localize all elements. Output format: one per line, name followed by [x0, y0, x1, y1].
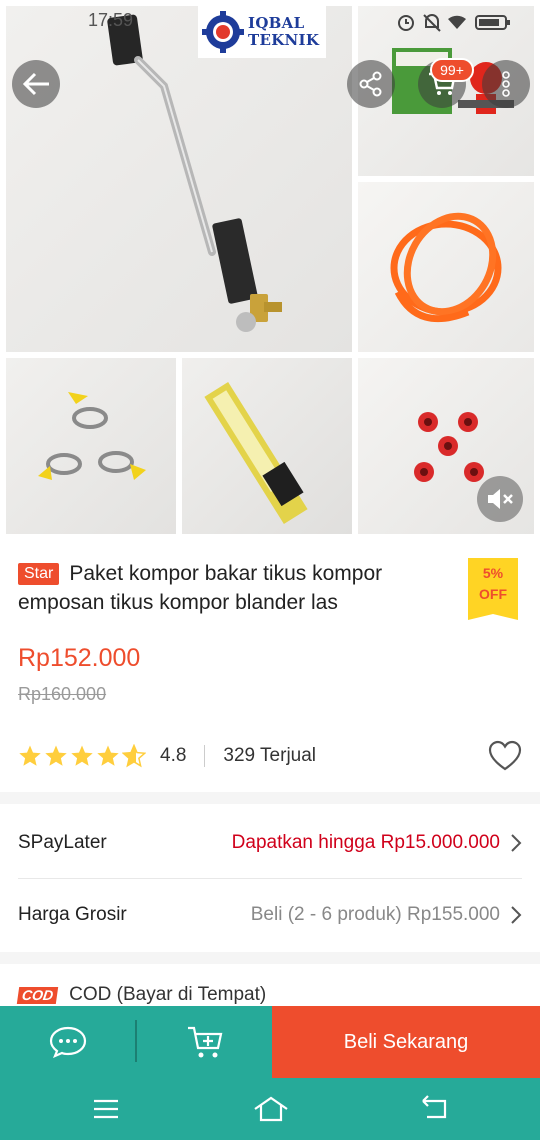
spaylater-row[interactable]: SPayLater Dapatkan hingga Rp15.000.000 — [18, 808, 522, 878]
cod-label: COD (Bayar di Tempat) — [69, 984, 267, 1005]
more-button[interactable] — [482, 60, 530, 108]
system-nav-bar — [0, 1078, 540, 1140]
harga-grosir-value: Beli (2 - 6 produk) Rp155.000 — [250, 904, 500, 925]
chat-icon — [49, 1026, 87, 1058]
logo-line1: IQBAL — [248, 14, 305, 32]
bell-off-icon — [423, 14, 441, 32]
rating-stars — [18, 744, 146, 768]
lighter-image[interactable] — [182, 358, 352, 534]
row-divider — [18, 878, 522, 879]
spaylater-value: Dapatkan hingga Rp15.000.000 — [231, 832, 500, 853]
share-icon — [359, 71, 382, 97]
add-to-cart-button[interactable] — [137, 1006, 272, 1078]
back-nav-icon[interactable] — [419, 1095, 449, 1123]
star-seller-badge: Star — [18, 563, 60, 585]
volume-mute-icon — [488, 489, 513, 509]
cod-row[interactable]: COD COD (Bayar di Tempat) — [16, 984, 267, 1006]
home-icon[interactable] — [253, 1095, 289, 1123]
gas-hose-image[interactable] — [358, 182, 534, 352]
discount-badge: 5% OFF — [468, 558, 518, 620]
star-icon — [97, 745, 119, 766]
cart-count-badge: 99+ — [430, 58, 474, 82]
current-price: Rp152.000 — [18, 644, 141, 672]
arrow-left-icon — [22, 72, 49, 96]
chat-button[interactable] — [0, 1006, 136, 1078]
section-divider — [0, 952, 540, 964]
wifi-icon — [448, 15, 466, 29]
share-button[interactable] — [347, 60, 395, 108]
seller-logo: IQBAL TEKNIK — [198, 6, 326, 58]
cod-logo: COD — [16, 986, 59, 1004]
gear-logo-icon — [202, 11, 244, 53]
harga-grosir-row[interactable]: Harga Grosir Beli (2 - 6 produk) Rp155.0… — [18, 880, 522, 950]
discount-off: OFF — [479, 586, 507, 602]
product-title: Star Paket kompor bakar tikus kompor empo… — [18, 559, 448, 617]
star-half-icon — [122, 744, 146, 768]
star-icon — [19, 745, 41, 766]
menu-icon[interactable] — [91, 1095, 121, 1123]
star-icon — [45, 745, 67, 766]
logo-line2: TEKNIK — [248, 31, 320, 49]
hose-clamps-image[interactable] — [6, 358, 176, 534]
chevron-right-icon — [511, 834, 522, 852]
product-title-text: Paket kompor bakar tikus kompor emposan … — [18, 562, 383, 614]
alarm-icon — [398, 15, 414, 31]
status-time: 17:59 — [88, 10, 134, 30]
original-price: Rp160.000 — [18, 684, 107, 704]
more-vertical-icon — [502, 71, 510, 97]
buy-now-button[interactable]: Beli Sekarang — [272, 1006, 540, 1078]
section-divider — [0, 792, 540, 804]
sold-count: 329 Terjual — [223, 745, 317, 766]
rating-separator — [204, 745, 206, 767]
heart-icon[interactable] — [488, 740, 522, 772]
discount-percent: 5% — [482, 565, 504, 581]
rating-row: 4.8 329 Terjual — [18, 740, 522, 772]
mute-button[interactable] — [477, 476, 523, 522]
spaylater-label: SPayLater — [18, 832, 107, 853]
bottom-action-bar: Beli Sekarang — [0, 1006, 540, 1078]
chevron-right-icon — [511, 906, 522, 924]
harga-grosir-label: Harga Grosir — [18, 904, 127, 925]
star-icon — [71, 745, 93, 766]
status-icons — [398, 14, 510, 32]
battery-icon — [475, 15, 510, 30]
add-cart-icon — [187, 1026, 222, 1058]
back-button[interactable] — [12, 60, 60, 108]
rating-value: 4.8 — [160, 745, 187, 766]
